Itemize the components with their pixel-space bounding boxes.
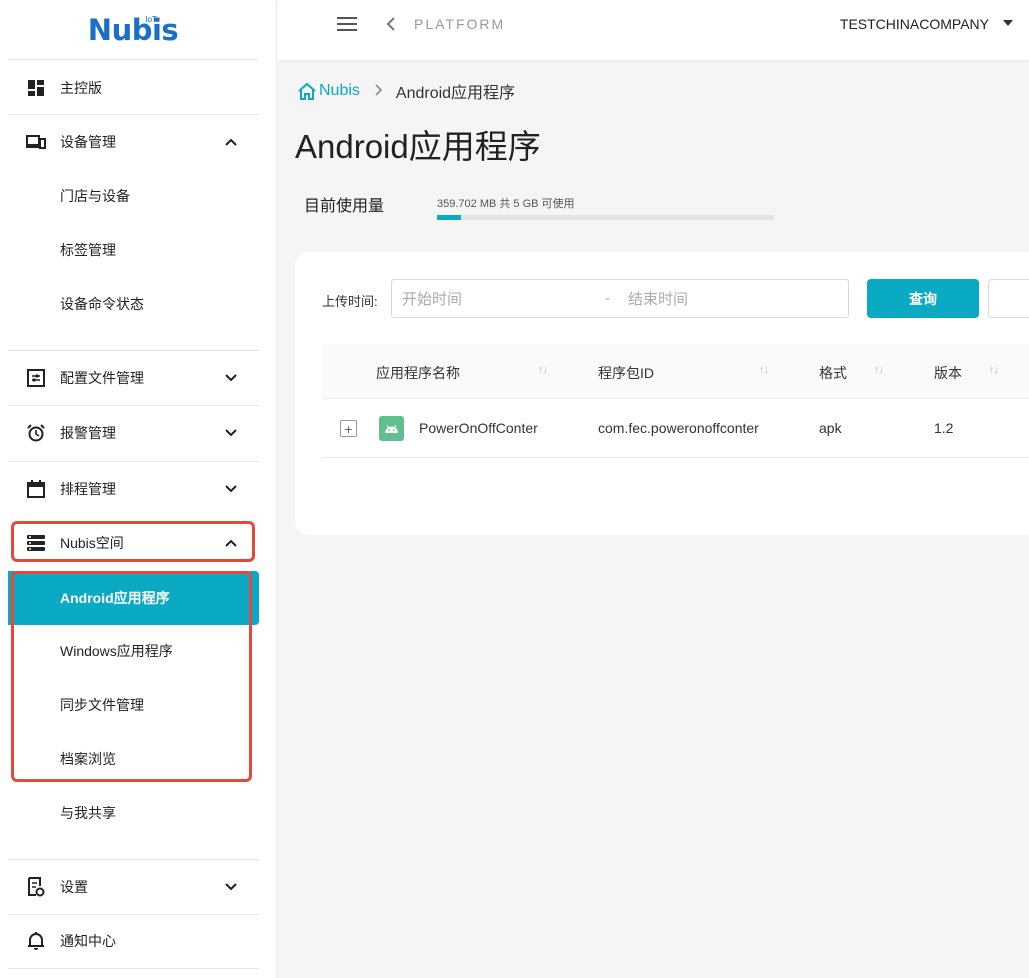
- upload-time-label: 上传时间:: [322, 294, 378, 309]
- column-header-format[interactable]: 格式: [819, 363, 847, 383]
- logo-text: Nubis: [87, 12, 179, 47]
- usage-progress-bar: [437, 215, 774, 220]
- usage-text: 359.702 MB 共 5 GB 可使用: [437, 198, 575, 210]
- sidebar-sub-command-status[interactable]: 设备命令状态: [8, 277, 259, 331]
- page-title: Android应用程序: [295, 128, 541, 165]
- sidebar-item-alarms[interactable]: 报警管理: [8, 406, 259, 460]
- column-header-version[interactable]: 版本: [934, 363, 962, 383]
- expand-row-icon[interactable]: +: [340, 420, 357, 437]
- table-header: 应用程序名称 ↑↓ 程序包ID ↑↓ 格式 ↑↓ 版本 ↑↓: [322, 345, 1029, 399]
- cell-format: apk: [819, 420, 842, 436]
- breadcrumb-home[interactable]: Nubis: [298, 82, 360, 100]
- menu-icon[interactable]: [337, 17, 357, 31]
- sidebar-sub-sync-files[interactable]: 同步文件管理: [8, 678, 259, 732]
- sidebar-sub-android-apps[interactable]: Android应用程序: [8, 571, 259, 625]
- sidebar-sub-windows-apps[interactable]: Windows应用程序: [8, 624, 259, 678]
- sidebar-item-label: Nubis空间: [60, 535, 124, 551]
- secondary-button[interactable]: [988, 279, 1029, 318]
- sidebar-item-config-files[interactable]: 配置文件管理: [8, 351, 259, 405]
- start-date-input[interactable]: 开始时间: [402, 288, 462, 309]
- sidebar-item-label: 排程管理: [60, 481, 116, 497]
- sidebar-item-label: 设置: [60, 879, 88, 895]
- sidebar-item-label: 报警管理: [60, 425, 116, 441]
- sort-icon[interactable]: ↑↓: [538, 364, 548, 376]
- end-date-input[interactable]: 结束时间: [628, 288, 688, 309]
- devices-icon: [26, 132, 46, 152]
- sidebar-sub-file-browser[interactable]: 档案浏览: [8, 732, 259, 786]
- sort-icon[interactable]: ↑↓: [989, 364, 999, 376]
- sidebar-item-label: 设备管理: [60, 134, 116, 150]
- cell-app-name: PowerOnOffConter: [419, 420, 538, 436]
- sort-icon[interactable]: ↑↓: [874, 364, 884, 376]
- usage-progress-fill: [437, 215, 461, 220]
- platform-label: PLATFORM: [414, 16, 506, 32]
- sidebar-item-dashboard[interactable]: 主控版: [8, 61, 259, 115]
- home-icon: [298, 82, 316, 100]
- calendar-icon: [26, 479, 46, 499]
- sidebar-item-label: 通知中心: [60, 933, 116, 949]
- query-button[interactable]: 查询: [867, 279, 979, 318]
- sidebar-item-schedules[interactable]: 排程管理: [8, 462, 259, 516]
- sidebar-item-notifications[interactable]: 通知中心: [8, 914, 259, 968]
- breadcrumb: Nubis Android应用程序: [298, 79, 515, 103]
- usage-label: 目前使用量: [304, 198, 385, 215]
- sidebar-item-settings[interactable]: 设置: [8, 860, 259, 914]
- caret-down-icon[interactable]: [1003, 20, 1013, 26]
- sidebar-sub-stores-devices[interactable]: 门店与设备: [8, 169, 259, 223]
- sidebar-item-label: 配置文件管理: [60, 370, 144, 386]
- column-header-app-name[interactable]: 应用程序名称: [376, 363, 460, 383]
- company-selector[interactable]: TESTCHINACOMPANY: [840, 16, 989, 32]
- divider: [8, 968, 259, 969]
- sidebar-item-device-management[interactable]: 设备管理: [8, 115, 259, 169]
- date-range-picker[interactable]: 开始时间 - 结束时间: [391, 279, 849, 318]
- chevron-left-icon[interactable]: [386, 13, 396, 36]
- cell-package-id: com.fec.poweronoffconter: [598, 420, 759, 436]
- chevron-down-icon: [221, 880, 241, 894]
- android-icon: [379, 416, 404, 441]
- breadcrumb-current: Android应用程序: [395, 85, 516, 102]
- chevron-down-icon: [221, 482, 241, 496]
- breadcrumb-home-label: Nubis: [319, 82, 360, 99]
- chevron-right-icon: [374, 83, 383, 99]
- content-card: 上传时间: 开始时间 - 结束时间 查询 应用程序名称 ↑↓ 程序包ID ↑↓ …: [295, 252, 1029, 535]
- sidebar: Nubis IoT 主控版 设备管理 门店与设备 标签管理 设备命令状态 配置文…: [0, 0, 277, 978]
- sidebar-sub-tags[interactable]: 标签管理: [8, 223, 259, 277]
- alarm-clock-icon: [26, 423, 46, 443]
- cell-version: 1.2: [934, 420, 954, 436]
- storage-icon: [26, 533, 46, 553]
- dashboard-icon: [26, 78, 46, 98]
- top-bar: PLATFORM TESTCHINACOMPANY: [277, 0, 1029, 60]
- sort-icon[interactable]: ↑↓: [759, 364, 769, 376]
- logo-sup: IoT: [145, 14, 157, 24]
- apps-table: 应用程序名称 ↑↓ 程序包ID ↑↓ 格式 ↑↓ 版本 ↑↓ + PowerOn…: [322, 345, 1029, 458]
- sidebar-item-label: 主控版: [60, 80, 102, 96]
- date-separator: -: [605, 290, 610, 307]
- chevron-up-icon: [221, 135, 241, 149]
- nubis-logo[interactable]: Nubis IoT: [8, 0, 258, 60]
- sidebar-item-nubis-space[interactable]: Nubis空间: [8, 516, 259, 570]
- chevron-down-icon: [221, 426, 241, 440]
- config-file-icon: [26, 368, 46, 388]
- chevron-up-icon: [221, 536, 241, 550]
- chevron-down-icon: [221, 371, 241, 385]
- settings-doc-icon: [26, 877, 46, 897]
- column-header-package-id[interactable]: 程序包ID: [598, 363, 654, 383]
- table-row[interactable]: + PowerOnOffConter com.fec.poweronoffcon…: [322, 399, 1029, 458]
- sidebar-sub-shared-with-me[interactable]: 与我共享: [8, 786, 259, 840]
- bell-icon: [26, 931, 46, 951]
